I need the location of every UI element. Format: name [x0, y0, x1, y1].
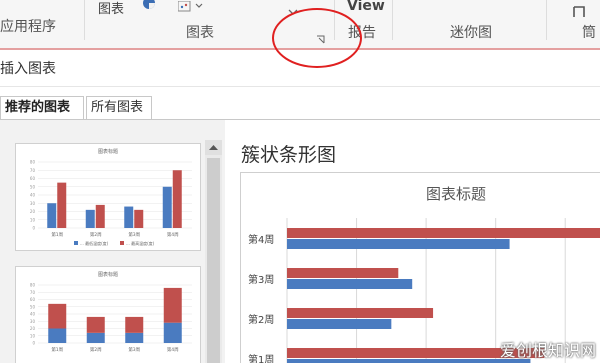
tick-label: 70 — [30, 168, 36, 173]
scrollbar[interactable] — [205, 140, 222, 363]
group-label-sparklines: 迷你图 — [450, 25, 492, 41]
bar — [163, 287, 182, 323]
tick-label: 80 — [30, 283, 36, 288]
category-label: 第1周 — [51, 231, 63, 238]
chart-title: 图表标题 — [426, 185, 487, 203]
tick-label: 30 — [30, 201, 36, 206]
scroll-up-button[interactable] — [205, 140, 222, 155]
group-label-partial: 筒 — [582, 25, 596, 41]
legend-label: ... 最低温度(度) — [80, 240, 109, 246]
scatter-chart-icon[interactable] — [177, 0, 208, 17]
tab-recommended-charts[interactable]: 推荐的图表 — [0, 96, 84, 120]
tick-label: 60 — [30, 297, 36, 302]
chart-preview — [240, 172, 600, 363]
scrollbar-thumb[interactable] — [207, 158, 220, 363]
group-label-charts: 图表 — [186, 25, 214, 41]
chart-button[interactable]: 图表 — [98, 0, 124, 17]
bar — [124, 206, 134, 228]
tick-label: 20 — [30, 209, 36, 214]
tick-label: 50 — [30, 184, 36, 189]
tick-label: 10 — [30, 333, 36, 338]
dialog-title: 插入图表 — [0, 61, 56, 77]
thumbnail-chart: 0 10 20 30 40 50 60 70 80 第1周 第2周 第3周 第4周 — [30, 283, 192, 353]
bar — [85, 209, 95, 228]
tick-label: 80 — [30, 160, 36, 165]
bar — [48, 303, 67, 329]
legend-label: ... 最高温度(度) — [126, 240, 155, 246]
thumbnail-chart: 0 10 20 30 40 50 60 70 80 第1周 第2周 第3周 第4周 ... 最低温度(度)… — [30, 160, 192, 246]
tick-label: 0 — [32, 226, 35, 231]
tick-label: 40 — [30, 193, 36, 198]
tick-label: 50 — [30, 304, 36, 309]
bar — [47, 203, 57, 228]
group-label-apps: 应用程序 — [0, 19, 56, 35]
divider — [0, 86, 600, 87]
category-label: 第2周 — [90, 346, 102, 353]
bar — [95, 204, 105, 228]
tick-label: 70 — [30, 290, 36, 295]
pie-chart-icon[interactable] — [142, 0, 158, 15]
bar — [48, 328, 67, 343]
tick-label: 10 — [30, 217, 36, 222]
ribbon-separator — [392, 0, 393, 40]
tick-label: 0 — [32, 341, 35, 346]
bar — [125, 316, 144, 333]
preview-heading: 簇状条形图 — [241, 144, 337, 166]
bar — [172, 170, 182, 228]
highlight-circle — [272, 8, 362, 68]
bar — [162, 186, 172, 228]
bar — [86, 332, 105, 343]
tick-label: 40 — [30, 312, 36, 317]
bar — [57, 182, 67, 228]
bar — [86, 316, 105, 333]
ribbon-separator — [546, 0, 547, 40]
bar — [163, 322, 182, 343]
view-button[interactable]: View — [347, 0, 385, 14]
collapse-icon[interactable] — [572, 4, 586, 23]
tick-label: 20 — [30, 326, 36, 331]
category-label: 第3周 — [128, 231, 140, 238]
category-label: 第2周 — [90, 231, 102, 238]
legend-swatch — [74, 241, 78, 245]
tick-label: 60 — [30, 176, 36, 181]
category-label: 第4周 — [167, 231, 179, 238]
tab-all-charts[interactable]: 所有图表 — [86, 96, 152, 120]
legend-swatch — [120, 241, 124, 245]
category-label: 第4周 — [167, 346, 179, 353]
category-label: 第1周 — [51, 346, 63, 353]
bar — [125, 332, 144, 343]
watermark: 爱创根知识网 — [499, 341, 596, 360]
category-label: 第3周 — [128, 346, 140, 353]
tick-label: 30 — [30, 319, 36, 324]
ribbon-separator — [84, 0, 85, 40]
chart-thumbnail-clustered-column[interactable]: 图表标题 0 10 20 30 40 50 60 70 80 第1周 第2周 第3周 第4周... 最低… — [15, 143, 201, 251]
chart-thumbnail-stacked-column[interactable]: 图表标题 0 10 20 30 40 50 60 70 80 第1周 第2周 第3周 第4周 — [15, 266, 201, 363]
bar — [134, 209, 144, 228]
